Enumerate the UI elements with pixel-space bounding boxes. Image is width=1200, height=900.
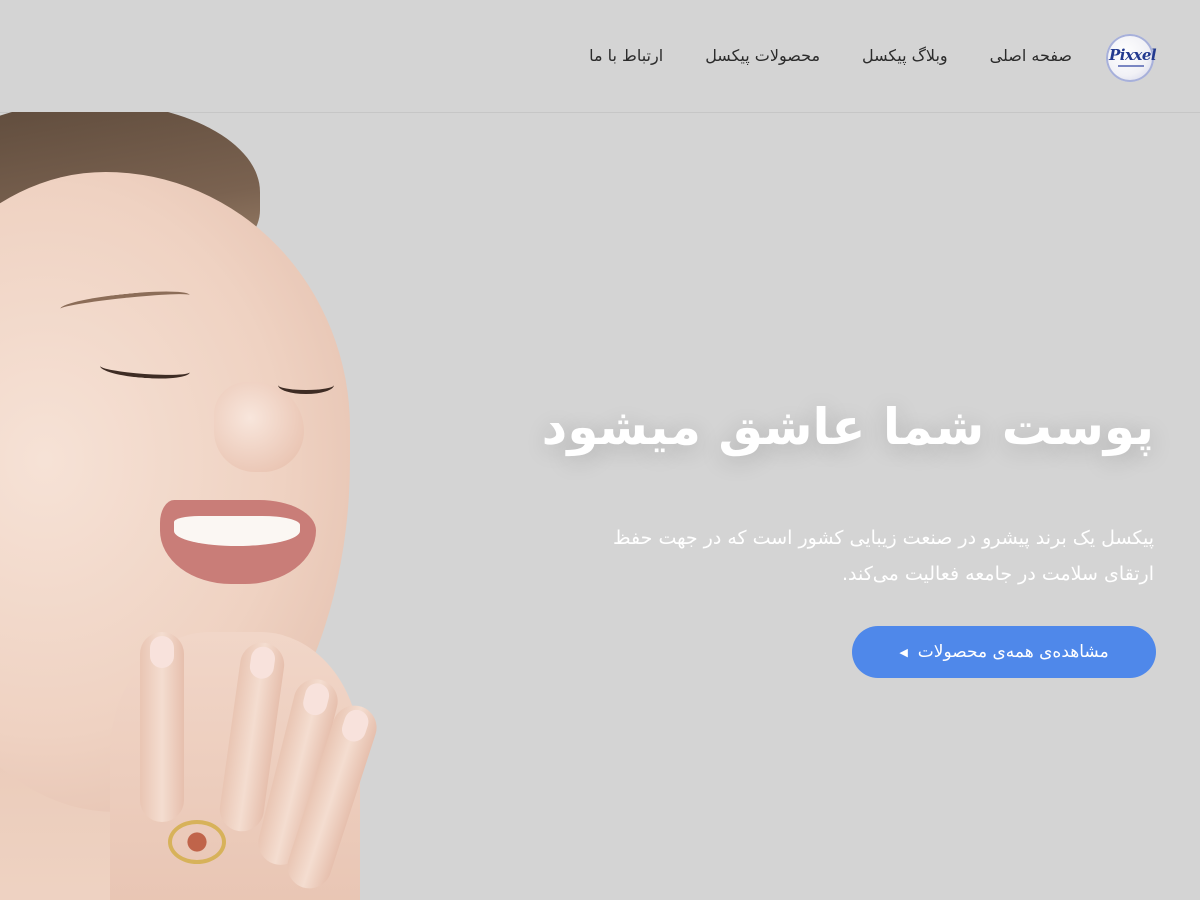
ring-shape [168,820,226,864]
finger-shape [140,632,184,822]
logo-underline [1118,65,1144,67]
nail-shape [338,706,372,745]
arrow-left-icon: ◀ [899,645,908,659]
nav-item-products[interactable]: محصولات پیکسل [705,38,820,74]
hero-title: پوست شما عاشق میشود [541,398,1154,456]
nav-item-contact[interactable]: ارتباط با ما [589,38,663,74]
cta-label: مشاهده‌ی همه‌ی محصولات [917,642,1109,662]
hero-image [0,112,380,900]
nail-shape [150,636,174,668]
site-header: صفحه اصلی وبلاگ پیکسل محصولات پیکسل ارتب… [0,0,1200,113]
page: صفحه اصلی وبلاگ پیکسل محصولات پیکسل ارتب… [0,0,1200,900]
nav-item-home[interactable]: صفحه اصلی [990,38,1072,74]
nail-shape [248,645,277,681]
eye-shape-far [278,376,334,394]
logo-text: Pixxel [1109,46,1157,64]
teeth-shape [174,516,300,546]
main-nav: صفحه اصلی وبلاگ پیکسل محصولات پیکسل ارتب… [589,38,1072,74]
brand-logo[interactable]: Pixxel [1106,34,1157,82]
view-all-products-button[interactable]: مشاهده‌ی همه‌ی محصولات ◀ [852,626,1156,678]
nail-shape [300,680,332,718]
nav-item-blog[interactable]: وبلاگ پیکسل [862,38,948,74]
hero-description: پیکسل یک برند پیشرو در صنعت زیبایی کشور … [613,527,1154,585]
